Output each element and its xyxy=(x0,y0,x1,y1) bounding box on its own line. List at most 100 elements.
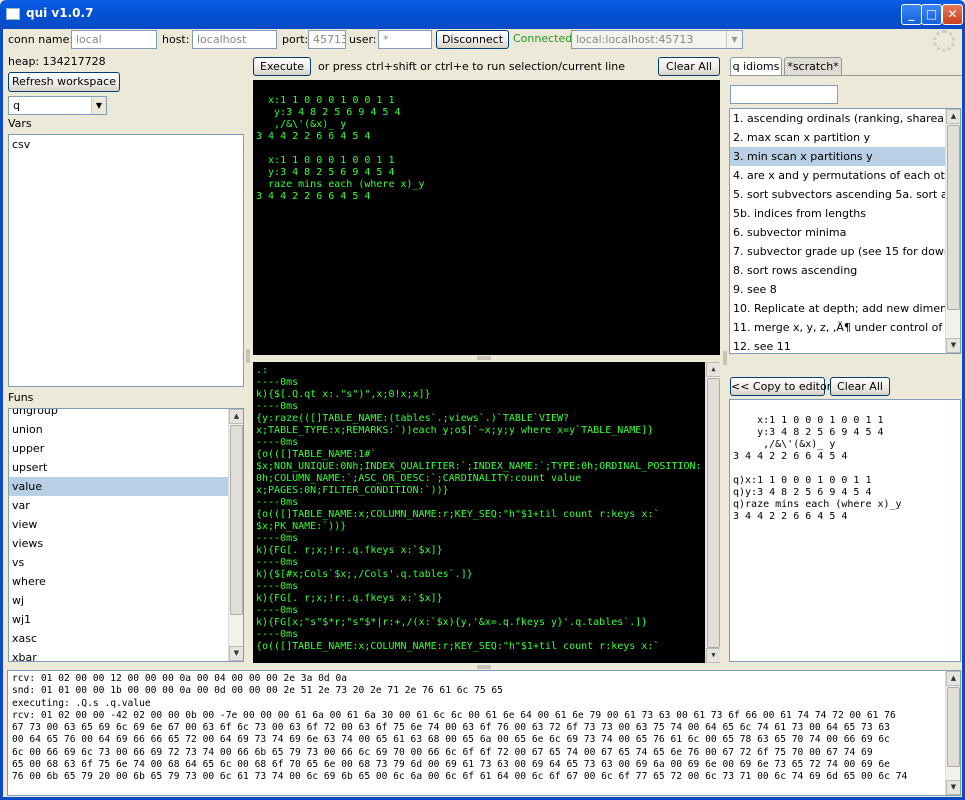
port-label: port: xyxy=(282,33,309,46)
idiom-list-item[interactable]: 2. max scan x partition y xyxy=(730,128,946,147)
fun-list-item[interactable]: views xyxy=(9,534,230,553)
tab-q-idioms[interactable]: q idioms xyxy=(730,57,782,76)
chevron-down-icon[interactable]: ▼ xyxy=(726,31,742,48)
preview-line: y:3 4 8 2 5 6 9 4 5 4 xyxy=(733,427,884,438)
scrollbar-thumb[interactable] xyxy=(947,125,960,310)
idiom-list-item[interactable]: 6. subvector minima xyxy=(730,223,946,242)
scroll-down-icon[interactable]: ▼ xyxy=(946,338,960,353)
scroll-up-icon[interactable]: ▲ xyxy=(946,109,960,124)
maximize-button[interactable]: □ xyxy=(921,4,942,25)
splitter-handle[interactable] xyxy=(246,349,250,363)
copy-to-editor-button[interactable]: << Copy to editor xyxy=(730,377,831,396)
code-editor[interactable]: x:1 1 0 0 0 1 0 0 1 1 y:3 4 8 2 5 6 9 4 … xyxy=(253,80,720,355)
scroll-up-icon[interactable]: ▲ xyxy=(229,409,243,424)
debug-console[interactable]: rcv: 01 02 00 00 12 00 00 00 0a 00 04 00… xyxy=(7,670,961,796)
console-scrollbar[interactable]: ▲ ▼ xyxy=(945,671,960,795)
fun-list-item[interactable]: vs xyxy=(9,553,230,572)
namespace-select[interactable]: q ▼ xyxy=(8,96,107,115)
fun-list-item[interactable]: upper xyxy=(9,439,230,458)
idiom-list-item[interactable]: 5b. indices from lengths xyxy=(730,204,946,223)
disconnect-button[interactable]: Disconnect xyxy=(436,30,509,49)
preview-line xyxy=(733,463,957,475)
fun-list-item[interactable]: upsert xyxy=(9,458,230,477)
host-input[interactable]: localhost xyxy=(192,30,277,49)
fun-list-item[interactable]: xbar xyxy=(9,648,230,661)
execute-button[interactable]: Execute xyxy=(253,57,311,76)
app-icon xyxy=(6,8,20,20)
clear-all-button[interactable]: Clear All xyxy=(658,57,720,76)
idiom-list-item[interactable]: 3. min scan x partitions y xyxy=(730,147,946,166)
server-select[interactable]: local:localhost:45713 ▼ xyxy=(571,30,743,49)
funs-list[interactable]: ungroup union upper upsert value var view views… xyxy=(8,408,244,662)
log-line: k){$[.Q.qt x:."s")",x;0!x;x]} xyxy=(256,389,431,400)
close-button[interactable]: ✕ xyxy=(942,4,963,25)
tab-scratch[interactable]: *scratch* xyxy=(784,57,842,76)
fun-list-item[interactable]: view xyxy=(9,515,230,534)
idiom-list-item[interactable]: 7. subvector grade up (see 15 for down) xyxy=(730,242,955,261)
conn-name-label: conn name: xyxy=(8,33,74,46)
fun-list-item[interactable]: value xyxy=(9,477,230,496)
idiom-list-item[interactable]: 9. see 8 xyxy=(730,280,946,299)
scrollbar-thumb[interactable] xyxy=(230,425,243,615)
idiom-list-item[interactable]: 12. see 11 xyxy=(730,337,946,353)
scrollbar-thumb[interactable] xyxy=(947,687,960,767)
heap-size: heap: 134217728 xyxy=(8,55,106,68)
log-scrollbar[interactable]: ▲ ▼ xyxy=(705,362,720,663)
fun-list-item[interactable]: wj1 xyxy=(9,610,230,629)
connection-status: Connected xyxy=(513,32,573,45)
scroll-down-icon[interactable]: ▼ xyxy=(229,646,243,661)
fun-list-item[interactable]: ungroup xyxy=(9,409,230,420)
idiom-preview[interactable]: x:1 1 0 0 0 1 0 0 1 1 y:3 4 8 2 5 6 9 4 … xyxy=(729,399,961,662)
log-line: $x;PK_NAME:`))} xyxy=(256,521,347,532)
console-line: 67 73 00 63 65 69 6c 69 6e 67 00 63 6f 6… xyxy=(12,722,890,734)
fun-list-item[interactable]: var xyxy=(9,496,230,515)
idioms-list[interactable]: 1. ascending ordinals (ranking, shareabl… xyxy=(729,108,961,354)
scroll-down-icon[interactable]: ▼ xyxy=(946,780,960,795)
fun-list-item[interactable]: wj xyxy=(9,591,230,610)
idiom-list-item[interactable]: 5. sort subvectors ascending 5a. sort as… xyxy=(730,185,960,204)
scrollbar-thumb[interactable] xyxy=(707,378,720,648)
log-line: ----0ms xyxy=(256,605,299,616)
refresh-workspace-button[interactable]: Refresh workspace xyxy=(8,72,120,92)
idiom-list-item[interactable]: 1. ascending ordinals (ranking, shareabl… xyxy=(730,109,960,128)
idiom-list-item[interactable]: 4. are x and y permutations of each othe… xyxy=(730,166,960,185)
chevron-down-icon[interactable]: ▼ xyxy=(91,97,106,114)
scroll-up-icon[interactable]: ▲ xyxy=(706,362,720,377)
idioms-scrollbar[interactable]: ▲ ▼ xyxy=(945,109,960,353)
editor-line: 3 4 4 2 2 6 6 4 5 4 xyxy=(256,131,371,142)
idiom-list-item[interactable]: 8. sort rows ascending xyxy=(730,261,946,280)
server-select-value: local:localhost:45713 xyxy=(576,33,694,46)
var-list-item[interactable]: csv xyxy=(9,135,243,154)
fun-list-item[interactable]: xasc xyxy=(9,629,230,648)
idiom-list-item[interactable]: 11. merge x, y, z, ,Ä¶ under control of … xyxy=(730,318,960,337)
splitter-handle[interactable] xyxy=(723,351,727,365)
preview-line: ,/&\'(&x)_ y xyxy=(733,439,836,450)
log-line: x;TABLE_TYPE:x;REMARKS:`))each y;o$[`~x;… xyxy=(256,425,654,436)
namespace-select-value: q xyxy=(13,99,20,112)
vars-label: Vars xyxy=(8,117,32,130)
log-line: {y:raze(([]TABLE_NAME:(tables`.;views`.)… xyxy=(256,413,570,424)
console-line: rcv: 01 02 00 00 -42 02 00 00 0b 00 -7e … xyxy=(12,709,896,721)
splitter-handle[interactable] xyxy=(477,356,491,360)
editor-line: y:3 4 8 2 5 6 9 4 5 4 xyxy=(256,107,401,118)
output-log[interactable]: .: ----0ms k){$[.Q.qt x:."s")",x;0!x;x]} --… xyxy=(253,362,720,663)
vars-list[interactable]: csv xyxy=(8,134,244,387)
console-line: 65 00 68 63 6f 75 6e 74 00 68 64 65 6c 0… xyxy=(12,759,890,771)
conn-name-input[interactable]: local xyxy=(71,30,157,49)
idiom-list-item[interactable]: 10. Replicate at depth; add new dimensio… xyxy=(730,299,960,318)
idiom-search-input[interactable] xyxy=(730,85,838,104)
minimize-button[interactable]: _ xyxy=(901,4,922,25)
title-bar[interactable]: qui v1.0.7 _ □ ✕ xyxy=(0,0,965,29)
preview-line: q)x:1 1 0 0 0 1 0 0 1 1 xyxy=(733,475,872,486)
user-input[interactable]: * xyxy=(378,30,432,49)
scroll-up-icon[interactable]: ▲ xyxy=(946,671,960,686)
scroll-down-icon[interactable]: ▼ xyxy=(706,648,720,663)
splitter-handle[interactable] xyxy=(477,665,491,669)
log-line: k){FG[x;"s"$*r;"s"$*|r:+,/(x:`$x){y,'&x=… xyxy=(256,617,648,628)
fun-list-item[interactable]: union xyxy=(9,420,230,439)
fun-list-item[interactable]: where xyxy=(9,572,230,591)
funs-scrollbar[interactable]: ▲ ▼ xyxy=(228,409,243,661)
clear-all-scratch-button[interactable]: Clear All xyxy=(830,377,890,396)
port-input[interactable]: 45713 xyxy=(308,30,346,49)
preview-line: 3 4 4 2 2 6 6 4 5 4 xyxy=(733,511,848,522)
